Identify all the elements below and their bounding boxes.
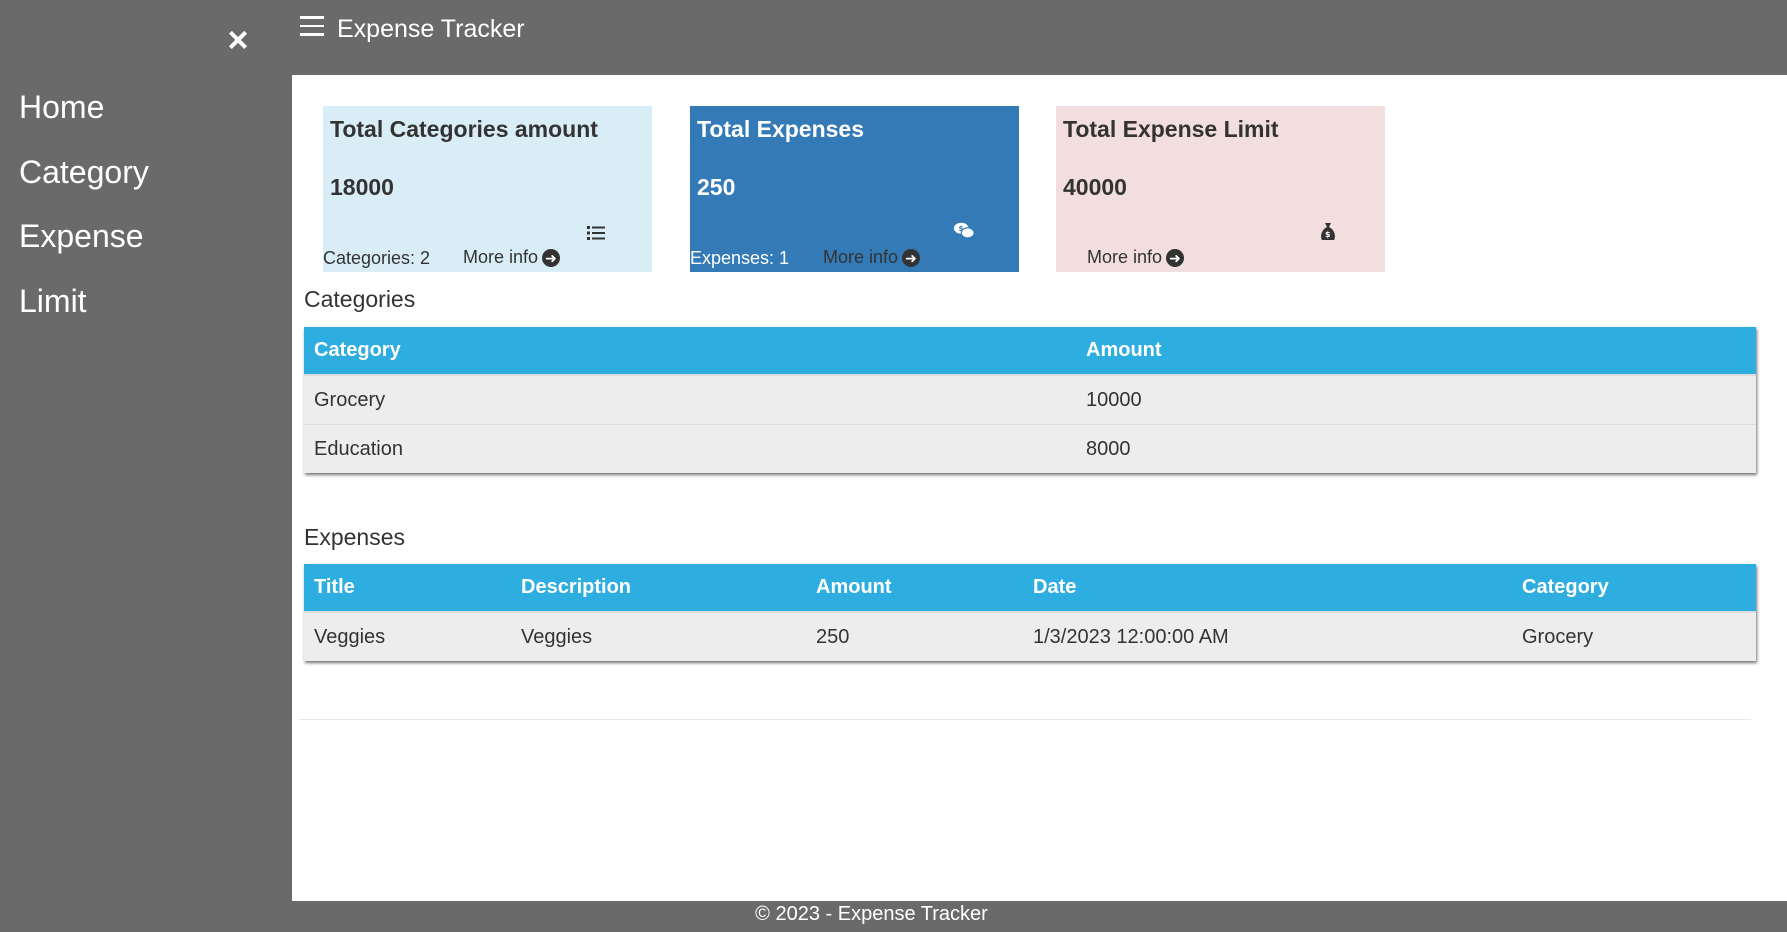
expenses-table: Title Description Amount Date Category V…: [304, 564, 1756, 661]
more-info-link[interactable]: More info ➜: [1087, 247, 1185, 268]
arrow-circle-right-icon: ➜: [902, 248, 921, 267]
categories-table: Category Amount Grocery 10000 Education …: [304, 327, 1756, 473]
footer-text: © 2023 - Expense Tracker: [755, 903, 988, 925]
column-header-description: Description: [511, 564, 806, 613]
card-title: Total Expenses: [697, 116, 865, 142]
card-total-categories: Total Categories amount 18000 Categories…: [323, 106, 652, 272]
column-header-amount: Amount: [1076, 327, 1756, 376]
table-cell: Education: [304, 424, 1076, 473]
card-total-limit: Total Expense Limit 40000 $ More info ➜: [1056, 106, 1385, 272]
sidebar: × Home Category Expense Limit: [0, 0, 292, 932]
card-count: Categories: 2: [323, 248, 431, 268]
list-icon: [587, 226, 605, 240]
column-header-amount: Amount: [806, 564, 1023, 613]
card-value: 250: [697, 174, 736, 200]
table-row: Veggies Veggies 250 1/3/2023 12:00:00 AM…: [304, 611, 1756, 661]
table-cell: Veggies: [304, 611, 511, 661]
table-cell: 250: [806, 611, 1023, 661]
more-info-link[interactable]: More info ➜: [463, 247, 561, 268]
card-value: 18000: [330, 174, 394, 200]
arrow-circle-right-icon: ➜: [1166, 248, 1185, 267]
table-cell: Grocery: [1512, 611, 1756, 661]
column-header-title: Title: [304, 564, 511, 613]
card-title: Total Categories amount: [330, 116, 598, 142]
table-header-row: Category Amount: [304, 327, 1756, 376]
hamburger-menu-icon[interactable]: [300, 16, 324, 40]
table-cell: 8000: [1076, 424, 1756, 473]
column-header-category: Category: [304, 327, 1076, 376]
card-value: 40000: [1063, 174, 1127, 200]
svg-text:$: $: [1325, 230, 1331, 239]
table-header-row: Title Description Amount Date Category: [304, 564, 1756, 613]
more-info-label: More info: [1087, 247, 1163, 267]
more-info-label: More info: [463, 247, 539, 267]
app-title: Expense Tracker: [337, 15, 525, 43]
column-header-category: Category: [1512, 564, 1756, 613]
sidebar-item-limit[interactable]: Limit: [19, 276, 149, 341]
sidebar-item-category[interactable]: Category: [19, 147, 149, 212]
top-bar: Expense Tracker: [292, 0, 1787, 75]
arrow-circle-right-icon: ➜: [542, 248, 561, 267]
sidebar-nav: Home Category Expense Limit: [19, 82, 149, 340]
table-cell: 1/3/2023 12:00:00 AM: [1023, 611, 1512, 661]
more-info-label: More info: [823, 247, 899, 267]
more-info-link[interactable]: More info ➜: [823, 247, 921, 268]
card-total-expenses: Total Expenses 250 $ Expenses: 1 More in…: [690, 106, 1019, 272]
sidebar-item-home[interactable]: Home: [19, 82, 149, 147]
footer: © 2023 - Expense Tracker: [292, 901, 1787, 932]
table-cell: Veggies: [511, 611, 806, 661]
column-header-date: Date: [1023, 564, 1512, 613]
card-count: Expenses: 1: [690, 248, 790, 268]
svg-text:$: $: [959, 224, 964, 233]
categories-heading: Categories: [304, 286, 416, 312]
table-row: Education 8000: [304, 424, 1756, 473]
table-row: Grocery 10000: [304, 374, 1756, 425]
card-title: Total Expense Limit: [1063, 116, 1279, 142]
sidebar-item-expense[interactable]: Expense: [19, 211, 149, 276]
money-bag-icon: $: [1321, 223, 1335, 240]
table-cell: 10000: [1076, 374, 1756, 425]
table-cell: Grocery: [304, 374, 1076, 425]
divider: [299, 719, 1751, 720]
main-content: Total Categories amount 18000 Categories…: [292, 75, 1787, 901]
money-chat-icon: $: [953, 222, 975, 239]
close-sidebar-button[interactable]: ×: [222, 22, 254, 58]
expenses-heading: Expenses: [304, 524, 406, 550]
